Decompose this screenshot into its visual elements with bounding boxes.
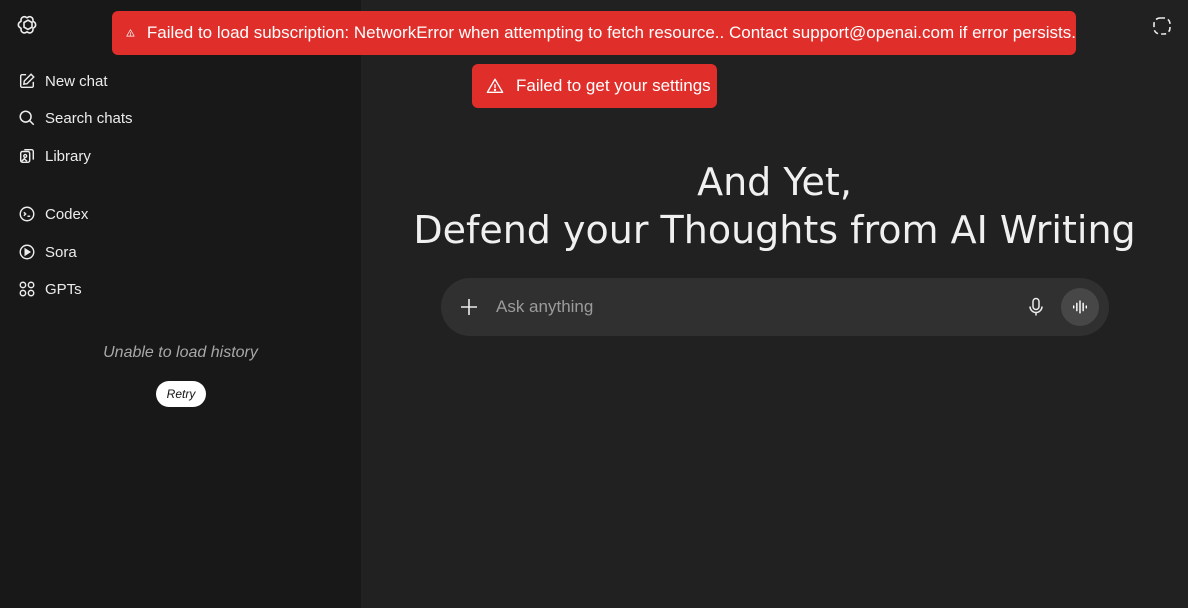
sidebar-item-label: Library — [45, 147, 91, 165]
page-title: And Yet, Defend your Thoughts from AI Wr… — [361, 158, 1188, 254]
toast-message: Failed to load subscription: NetworkErro… — [146, 23, 1076, 42]
library-icon — [18, 147, 36, 165]
sidebar-item-label: New chat — [45, 72, 108, 90]
microphone-icon[interactable] — [1027, 297, 1045, 317]
temporary-chat-icon[interactable] — [1152, 16, 1172, 36]
voice-mode-button[interactable] — [1061, 288, 1099, 326]
headline-line-2: Defend your Thoughts from AI Writing — [413, 208, 1136, 252]
play-icon — [18, 243, 36, 261]
codex-icon — [18, 205, 36, 223]
sidebar-item-sora[interactable]: Sora — [10, 235, 350, 269]
toast-message: Failed to get your settings — [516, 76, 711, 95]
warning-icon — [126, 29, 135, 37]
app-window: New chat Search chats Library Codex Sora — [0, 0, 1188, 608]
sidebar-item-label: Codex — [45, 205, 89, 223]
subscription-error-toast: Failed to load subscription: NetworkErro… — [112, 11, 1076, 55]
plus-icon[interactable] — [459, 297, 479, 317]
sidebar-item-label: Search chats — [45, 109, 133, 127]
grid-icon — [18, 280, 36, 298]
edit-icon — [18, 72, 36, 90]
search-icon — [18, 109, 36, 127]
sidebar-item-label: Sora — [45, 243, 77, 261]
headline-line-1: And Yet, — [697, 160, 852, 204]
retry-button[interactable]: Retry — [156, 381, 206, 407]
sidebar-item-search-chats[interactable]: Search chats — [10, 101, 350, 135]
settings-error-toast: Failed to get your settings — [472, 64, 717, 108]
sidebar-item-library[interactable]: Library — [10, 139, 350, 173]
history-error-message: Unable to load history — [103, 344, 258, 361]
openai-logo-icon[interactable] — [16, 14, 40, 38]
sidebar-item-new-chat[interactable]: New chat — [10, 64, 350, 98]
sidebar-item-gpts[interactable]: GPTs — [10, 272, 350, 306]
warning-icon — [486, 78, 504, 93]
sidebar-item-label: GPTs — [45, 280, 82, 298]
sidebar: New chat Search chats Library Codex Sora — [0, 0, 361, 608]
chat-composer — [441, 278, 1109, 336]
sidebar-item-codex[interactable]: Codex — [10, 197, 350, 231]
waveform-icon — [1072, 300, 1088, 314]
ask-input[interactable] — [496, 292, 1016, 322]
